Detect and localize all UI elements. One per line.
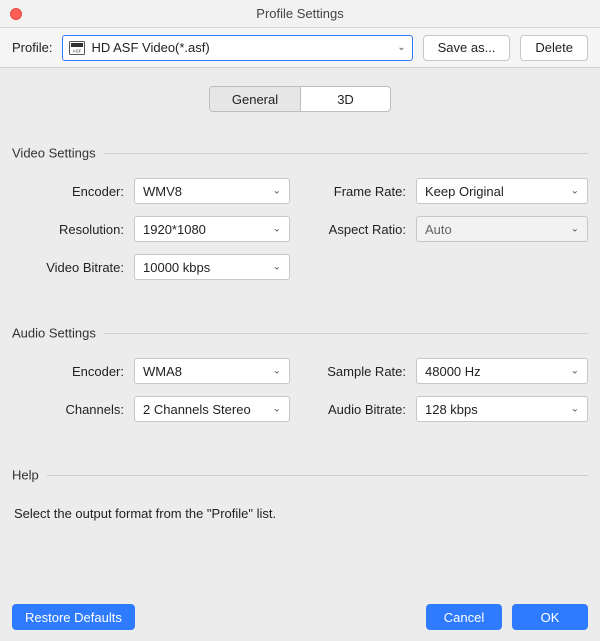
video-encoder-value: WMV8 (143, 184, 182, 199)
channels-label: Channels: (12, 402, 124, 417)
video-bitrate-label: Video Bitrate: (12, 260, 124, 275)
tab-3d[interactable]: 3D (300, 87, 390, 111)
asf-file-icon: ASF (69, 41, 85, 55)
audio-settings-title: Audio Settings (12, 326, 104, 341)
video-settings-title: Video Settings (12, 146, 104, 161)
chevron-down-icon: ⌄ (571, 366, 579, 377)
profile-settings-window: Profile Settings Profile: ASF HD ASF Vid… (0, 0, 600, 641)
profile-value: HD ASF Video(*.asf) (91, 40, 391, 55)
resolution-select[interactable]: 1920*1080 ⌄ (134, 216, 290, 242)
chevron-down-icon: ⌄ (273, 224, 281, 235)
video-bitrate-value: 10000 kbps (143, 260, 210, 275)
profile-label: Profile: (12, 40, 52, 55)
footer: Restore Defaults Cancel OK (0, 593, 600, 641)
resolution-label: Resolution: (12, 222, 124, 237)
aspect-ratio-value: Auto (425, 222, 452, 237)
help-title: Help (12, 468, 47, 483)
chevron-down-icon: ⌄ (391, 42, 405, 53)
audio-bitrate-select[interactable]: 128 kbps ⌄ (416, 396, 588, 422)
help-text: Select the output format from the "Profi… (12, 500, 588, 527)
frame-rate-label: Frame Rate: (310, 184, 406, 199)
chevron-down-icon: ⌄ (273, 404, 281, 415)
tabs-row: General 3D (12, 68, 588, 122)
profile-select[interactable]: ASF HD ASF Video(*.asf) ⌄ (62, 35, 412, 61)
video-settings-header: Video Settings (12, 146, 588, 160)
chevron-down-icon: ⌄ (273, 262, 281, 273)
help-group: Help Select the output format from the "… (12, 468, 588, 527)
video-encoder-select[interactable]: WMV8 ⌄ (134, 178, 290, 204)
chevron-down-icon: ⌄ (273, 186, 281, 197)
channels-value: 2 Channels Stereo (143, 402, 251, 417)
video-bitrate-select[interactable]: 10000 kbps ⌄ (134, 254, 290, 280)
cancel-button[interactable]: Cancel (426, 604, 502, 630)
close-icon[interactable] (10, 8, 22, 20)
audio-encoder-value: WMA8 (143, 364, 182, 379)
chevron-down-icon: ⌄ (273, 366, 281, 377)
audio-settings-header: Audio Settings (12, 326, 588, 340)
aspect-ratio-select[interactable]: Auto ⌄ (416, 216, 588, 242)
video-settings-group: Video Settings Encoder: WMV8 ⌄ Frame Rat… (12, 146, 588, 292)
titlebar: Profile Settings (0, 0, 600, 28)
tab-general[interactable]: General (210, 87, 300, 111)
audio-bitrate-label: Audio Bitrate: (310, 402, 406, 417)
tabs: General 3D (209, 86, 391, 112)
window-title: Profile Settings (0, 6, 600, 21)
group-divider (12, 475, 588, 476)
help-header: Help (12, 468, 588, 482)
restore-defaults-button[interactable]: Restore Defaults (12, 604, 135, 630)
delete-button[interactable]: Delete (520, 35, 588, 61)
sample-rate-label: Sample Rate: (310, 364, 406, 379)
audio-settings-group: Audio Settings Encoder: WMA8 ⌄ Sample Ra… (12, 326, 588, 434)
audio-encoder-select[interactable]: WMA8 ⌄ (134, 358, 290, 384)
frame-rate-value: Keep Original (425, 184, 504, 199)
frame-rate-select[interactable]: Keep Original ⌄ (416, 178, 588, 204)
aspect-ratio-label: Aspect Ratio: (310, 222, 406, 237)
sample-rate-value: 48000 Hz (425, 364, 481, 379)
toolbar: Profile: ASF HD ASF Video(*.asf) ⌄ Save … (0, 28, 600, 68)
body: General 3D Video Settings Encoder: WMV8 … (0, 68, 600, 593)
audio-bitrate-value: 128 kbps (425, 402, 478, 417)
chevron-down-icon: ⌄ (571, 186, 579, 197)
ok-button[interactable]: OK (512, 604, 588, 630)
chevron-down-icon: ⌄ (571, 404, 579, 415)
svg-text:ASF: ASF (73, 48, 82, 53)
channels-select[interactable]: 2 Channels Stereo ⌄ (134, 396, 290, 422)
resolution-value: 1920*1080 (143, 222, 206, 237)
video-encoder-label: Encoder: (12, 184, 124, 199)
chevron-down-icon: ⌄ (571, 224, 579, 235)
save-as-button[interactable]: Save as... (423, 35, 511, 61)
audio-encoder-label: Encoder: (12, 364, 124, 379)
sample-rate-select[interactable]: 48000 Hz ⌄ (416, 358, 588, 384)
